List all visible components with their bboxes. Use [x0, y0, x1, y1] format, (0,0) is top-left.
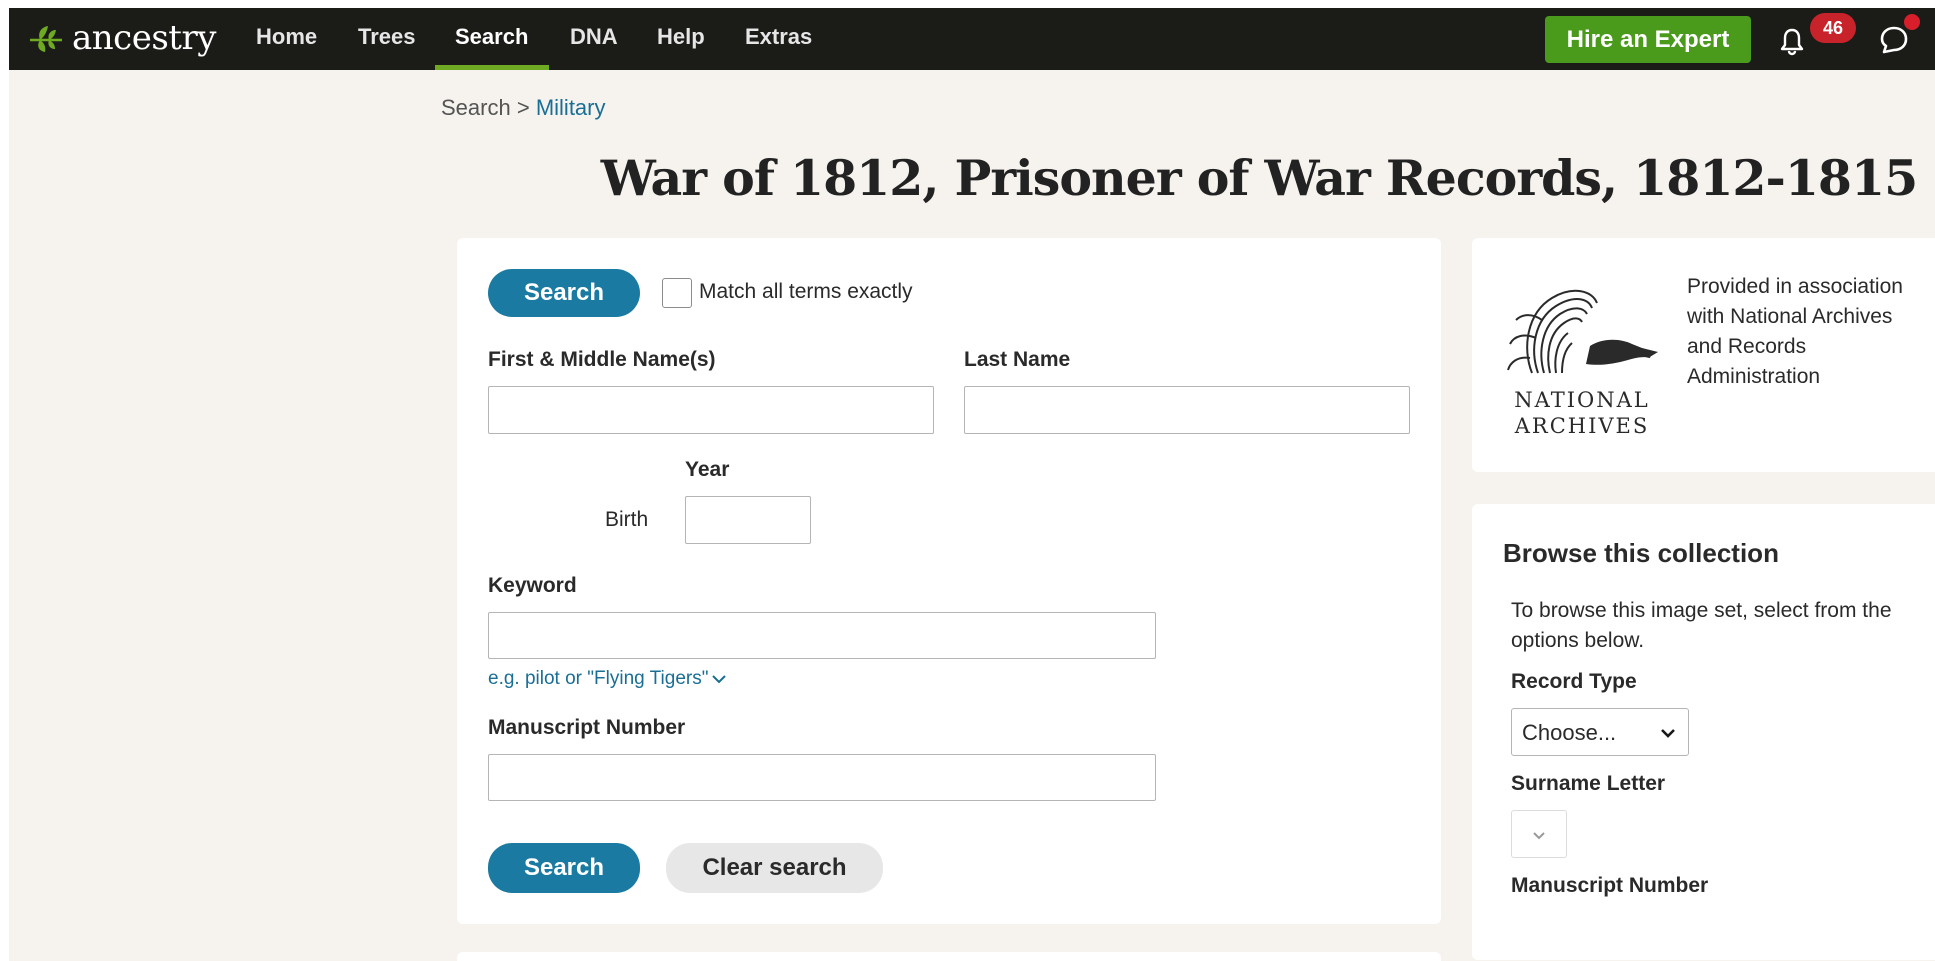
ancestry-logo[interactable]: ancestry: [28, 20, 216, 56]
message-alert-dot: [1904, 14, 1920, 30]
page-title: War of 1812, Prisoner of War Records, 18…: [600, 149, 1918, 207]
match-exact-checkbox[interactable]: [662, 278, 692, 308]
keyword-hint-text: e.g. pilot or "Flying Tigers": [488, 668, 709, 689]
page-frame: ancestry Home Trees Search DNA Help Extr…: [9, 8, 1935, 961]
breadcrumb-search-link[interactable]: Search: [441, 95, 511, 120]
national-archives-logo: NATIONAL ARCHIVES: [1502, 278, 1662, 438]
keyword-label: Keyword: [488, 574, 577, 597]
breadcrumb-military-link[interactable]: Military: [536, 95, 606, 120]
browse-manuscript-number-label: Manuscript Number: [1511, 874, 1709, 897]
clear-search-button[interactable]: Clear search: [666, 843, 883, 893]
manuscript-number-label: Manuscript Number: [488, 716, 686, 739]
next-section-card: [457, 952, 1441, 961]
record-type-select[interactable]: Choose...: [1511, 708, 1689, 756]
search-button-bottom[interactable]: Search: [488, 843, 640, 893]
browse-description: To browse this image set, select from th…: [1511, 599, 1892, 652]
eagle-icon: [1507, 289, 1658, 374]
record-type-label: Record Type: [1511, 670, 1637, 693]
logo-line-national: NATIONAL: [1514, 388, 1650, 412]
record-type-value: Choose...: [1522, 720, 1617, 745]
provider-card: NATIONAL ARCHIVES Provided in associatio…: [1472, 238, 1935, 472]
bell-icon[interactable]: [1777, 26, 1807, 56]
surname-letter-label: Surname Letter: [1511, 772, 1666, 795]
search-button-top[interactable]: Search: [488, 269, 640, 317]
keyword-input[interactable]: [488, 612, 1156, 659]
ancestry-leaf-icon: [30, 26, 62, 52]
chevron-down-icon: [712, 675, 727, 684]
match-exact-label: Match all terms exactly: [699, 280, 913, 303]
breadcrumb: Search > Military: [441, 95, 606, 121]
keyword-hint-toggle[interactable]: e.g. pilot or "Flying Tigers": [488, 668, 727, 690]
hire-expert-button[interactable]: Hire an Expert: [1545, 16, 1751, 63]
search-form-card: Search Match all terms exactly First & M…: [457, 238, 1441, 924]
last-name-label: Last Name: [964, 348, 1071, 371]
nav-trees[interactable]: Trees: [358, 8, 416, 70]
nav-dna[interactable]: DNA: [570, 8, 618, 70]
last-name-input[interactable]: [964, 386, 1410, 434]
browse-title: Browse this collection: [1503, 538, 1779, 568]
chevron-down-icon: [1533, 832, 1545, 840]
breadcrumb-separator: >: [516, 95, 530, 120]
message-icon[interactable]: [1878, 24, 1910, 56]
top-navigation-bar: ancestry Home Trees Search DNA Help Extr…: [9, 8, 1935, 70]
browse-collection-card: Browse this collection To browse this im…: [1472, 504, 1935, 960]
first-name-label: First & Middle Name(s): [488, 348, 716, 371]
first-name-input[interactable]: [488, 386, 934, 434]
surname-letter-select[interactable]: [1511, 810, 1567, 858]
nav-search[interactable]: Search: [455, 8, 528, 70]
chevron-down-icon: [1661, 729, 1675, 738]
birth-label: Birth: [605, 508, 649, 531]
logo-wordmark: ancestry: [72, 18, 216, 58]
year-label: Year: [685, 458, 730, 481]
manuscript-number-input[interactable]: [488, 754, 1156, 801]
logo-line-archives: ARCHIVES: [1514, 414, 1650, 438]
provider-text: Provided in association with National Ar…: [1687, 275, 1903, 388]
nav-home[interactable]: Home: [256, 8, 317, 70]
nav-extras[interactable]: Extras: [745, 8, 812, 70]
birth-year-input[interactable]: [685, 496, 811, 544]
active-nav-indicator: [435, 65, 549, 70]
nav-help[interactable]: Help: [657, 8, 705, 70]
notification-count-badge[interactable]: 46: [1810, 13, 1856, 43]
